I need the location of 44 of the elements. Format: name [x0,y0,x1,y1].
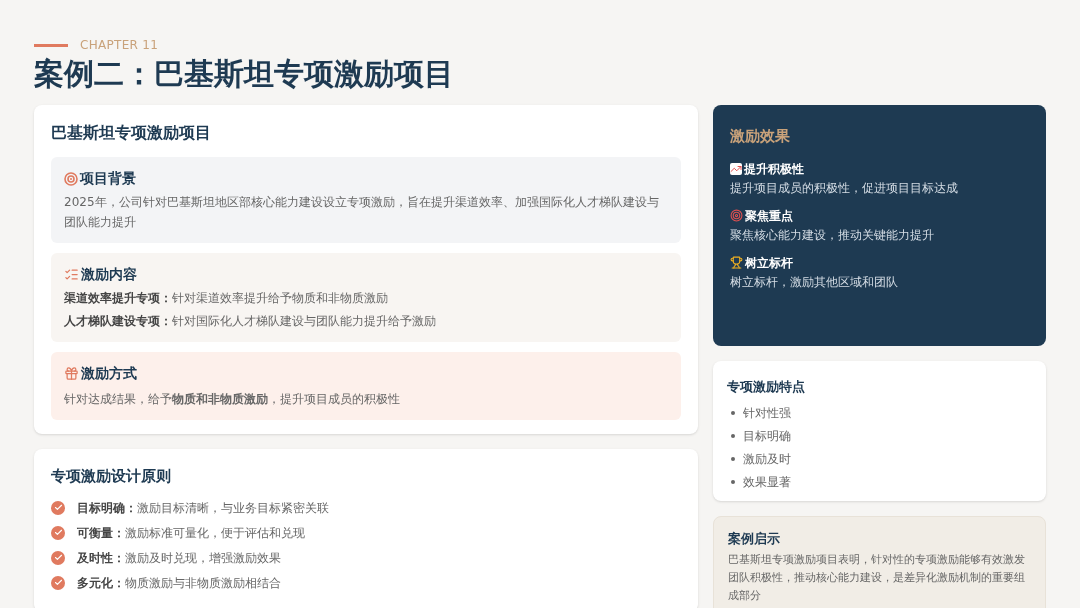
card-title: 案例启示 [728,529,781,548]
card-title: 激励效果 [730,126,791,147]
gift-icon [64,366,79,381]
bullet-icon [731,456,735,461]
chart-icon [730,162,742,175]
check-icon [51,500,65,515]
insight-text: 巴基斯坦专项激励项目表明，针对性的专项激励能够有效激发团队积极性，推动核心能力建设，是差异化激励机制的重要组成部分 [728,552,1026,604]
effect-heading: 提升积极性 [744,160,804,178]
checklist-icon [64,267,79,282]
accent-rule [34,43,68,47]
check-icon [51,550,65,565]
effect-text: 提升项目成员的积极性，促进项目目标达成 [730,179,959,197]
feature-text: 针对性强 [743,404,791,422]
card-title: 专项激励设计原则 [51,466,172,487]
principle-text: 目标明确：激励目标清晰，与业务目标紧密关联 [77,499,329,517]
section-item: 渠道效率提升专项：针对渠道效率提升给予物质和非物质激励 [64,290,389,307]
effect-heading: 聚焦重点 [745,207,793,225]
card-title: 巴基斯坦专项激励项目 [51,122,212,144]
effect-heading: 树立标杆 [745,254,793,272]
chapter-label: CHAPTER 11 [80,37,159,54]
effect-text: 聚焦核心能力建设，推动关键能力提升 [730,226,935,244]
section-heading: 激励内容 [81,265,137,284]
section-heading: 项目背景 [80,169,136,188]
section-item: 人才梯队建设专项：针对国际化人才梯队建设与团队能力提升给予激励 [64,313,437,330]
bullet-icon [731,433,735,438]
trophy-icon [730,256,743,269]
principle-text: 多元化：物质激励与非物质激励相结合 [77,574,281,592]
principle-text: 可衡量：激励标准可量化，便于评估和兑现 [77,524,305,542]
target-icon [64,171,78,186]
section-text: 针对达成结果，给予物质和非物质激励，提升项目成员的积极性 [64,391,401,408]
feature-text: 目标明确 [743,427,791,445]
principle-text: 及时性：激励及时兑现，增强激励效果 [77,549,281,567]
page-title: 案例二：巴基斯坦专项激励项目 [34,55,455,93]
check-icon [51,575,65,590]
bullet-icon [731,479,735,484]
card-title: 专项激励特点 [727,378,806,396]
effect-text: 树立标杆，激励其他区域和团队 [730,273,899,291]
feature-text: 效果显著 [743,473,791,491]
check-icon [51,525,65,540]
section-text: 2025年，公司针对巴基斯坦地区部核心能力建设设立专项激励，旨在提升渠道效率、加强国际化人才梯队建设与团队能力提升 [64,194,660,231]
target-icon [730,209,743,222]
bullet-icon [731,410,735,415]
section-heading: 激励方式 [81,364,137,383]
feature-text: 激励及时 [743,450,791,468]
